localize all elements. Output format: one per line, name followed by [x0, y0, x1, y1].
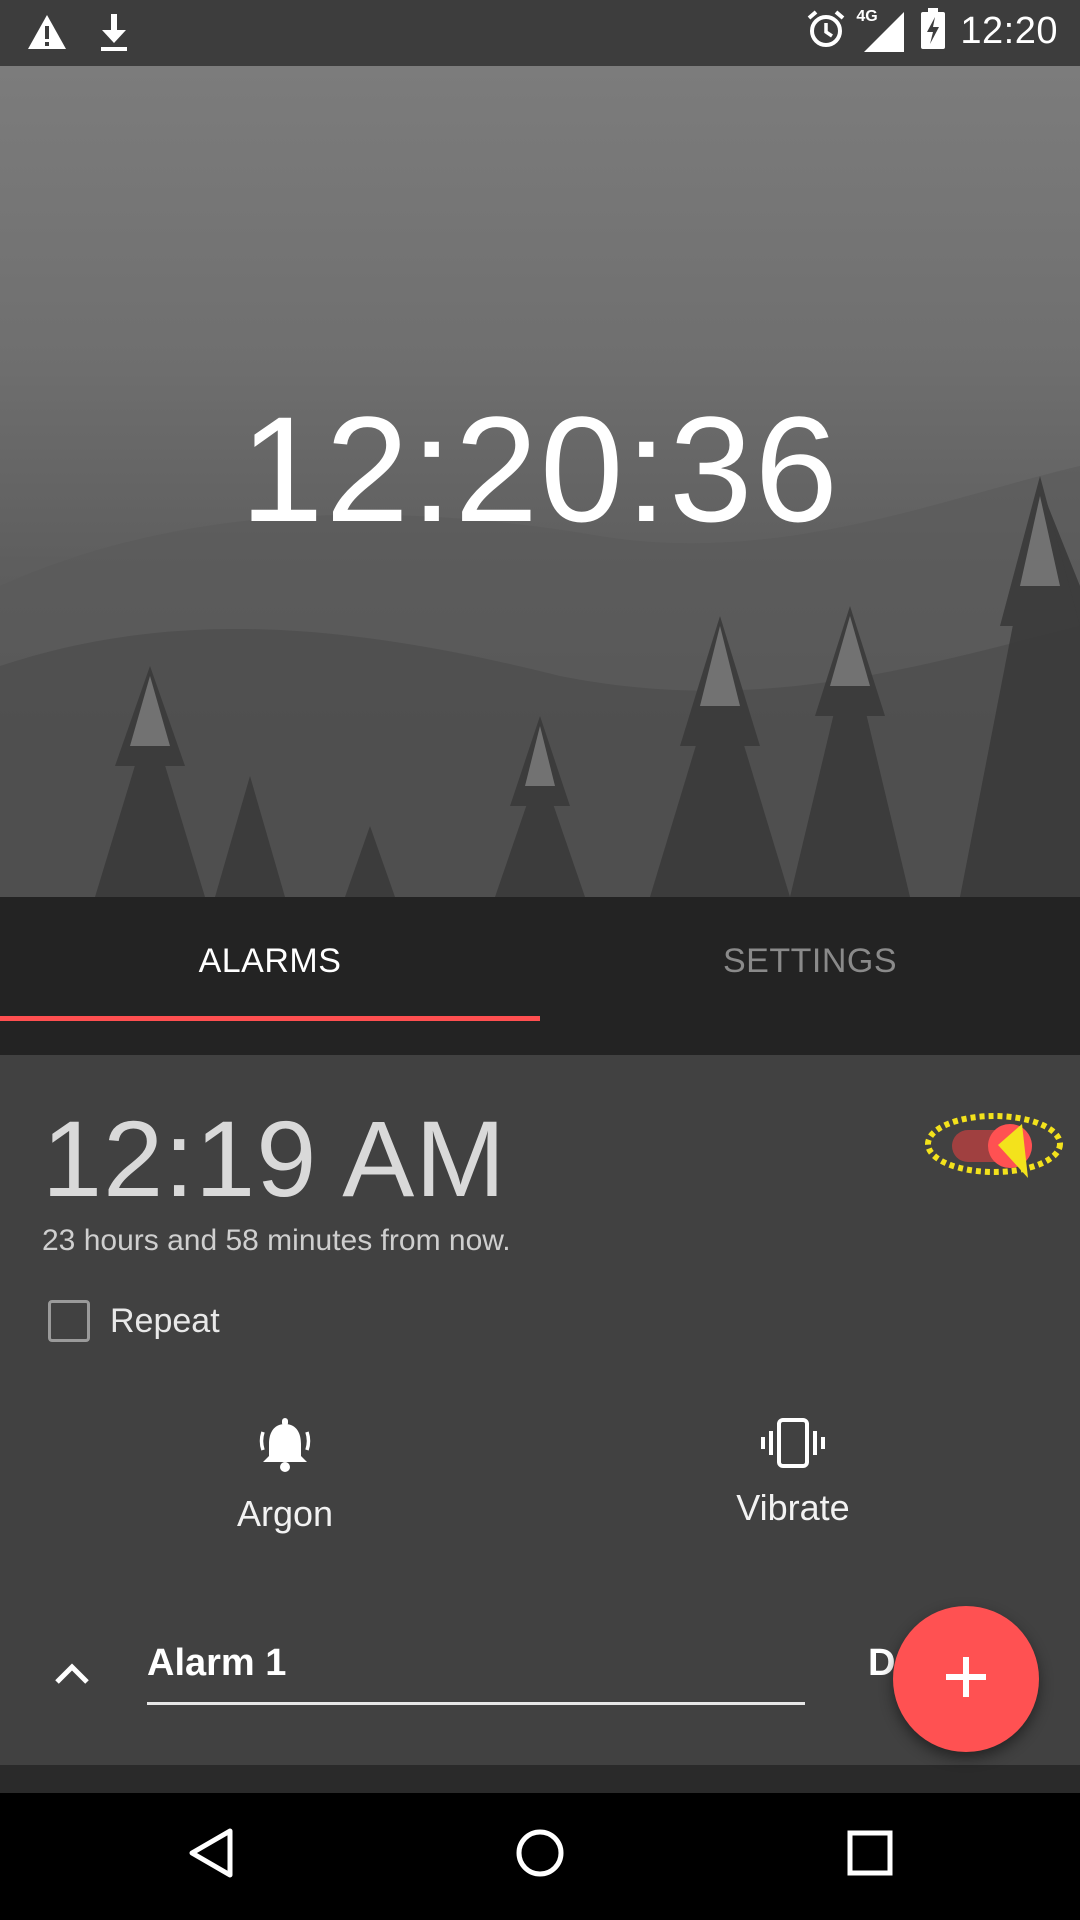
add-alarm-button[interactable]: [893, 1606, 1039, 1752]
download-icon: [98, 12, 130, 57]
alarm-name-underline: [147, 1702, 805, 1705]
home-icon[interactable]: [510, 1823, 570, 1888]
alarm-enable-toggle[interactable]: [922, 1100, 1072, 1190]
status-time: 12:20: [960, 10, 1058, 52]
clock-header: 12:20:36: [0, 66, 1080, 897]
vibrate-label: Vibrate: [736, 1487, 850, 1528]
tab-settings[interactable]: SETTINGS: [540, 897, 1080, 1055]
alarm-time[interactable]: 12:19 AM: [42, 1096, 506, 1221]
alarm-name-input[interactable]: Alarm 1: [147, 1642, 286, 1685]
repeat-checkbox[interactable]: [48, 1300, 90, 1342]
list-bottom-gap: [0, 1765, 1080, 1793]
tab-bar: ALARMS SETTINGS: [0, 897, 1080, 1055]
signal-icon: 4G: [856, 8, 906, 54]
active-tab-indicator: [0, 1016, 540, 1021]
alarm-clock-icon: [806, 9, 846, 54]
recents-icon[interactable]: [840, 1823, 900, 1888]
back-icon[interactable]: [182, 1823, 242, 1888]
repeat-label: Repeat: [110, 1301, 220, 1340]
bell-icon: [255, 1418, 315, 1478]
vibrate-button[interactable]: Vibrate: [683, 1418, 903, 1529]
status-bar: 4G 12:20: [0, 0, 1080, 66]
delete-button[interactable]: D: [868, 1642, 895, 1685]
battery-charging-icon: [920, 8, 946, 55]
ringtone-label: Argon: [236, 1493, 334, 1534]
navigation-bar: [0, 1793, 1080, 1920]
vibrate-icon: [760, 1418, 826, 1472]
current-time-display: 12:20:36: [240, 385, 840, 553]
alarm-countdown: 23 hours and 58 minutes from now.: [42, 1224, 511, 1257]
tab-alarms[interactable]: ALARMS: [0, 897, 540, 1055]
network-type-label: 4G: [856, 7, 878, 25]
ringtone-button[interactable]: Argon: [175, 1418, 395, 1535]
plus-icon: [944, 1655, 988, 1704]
chevron-up-icon[interactable]: [52, 1658, 92, 1693]
warning-icon: [26, 13, 68, 56]
repeat-row[interactable]: Repeat: [48, 1300, 220, 1342]
